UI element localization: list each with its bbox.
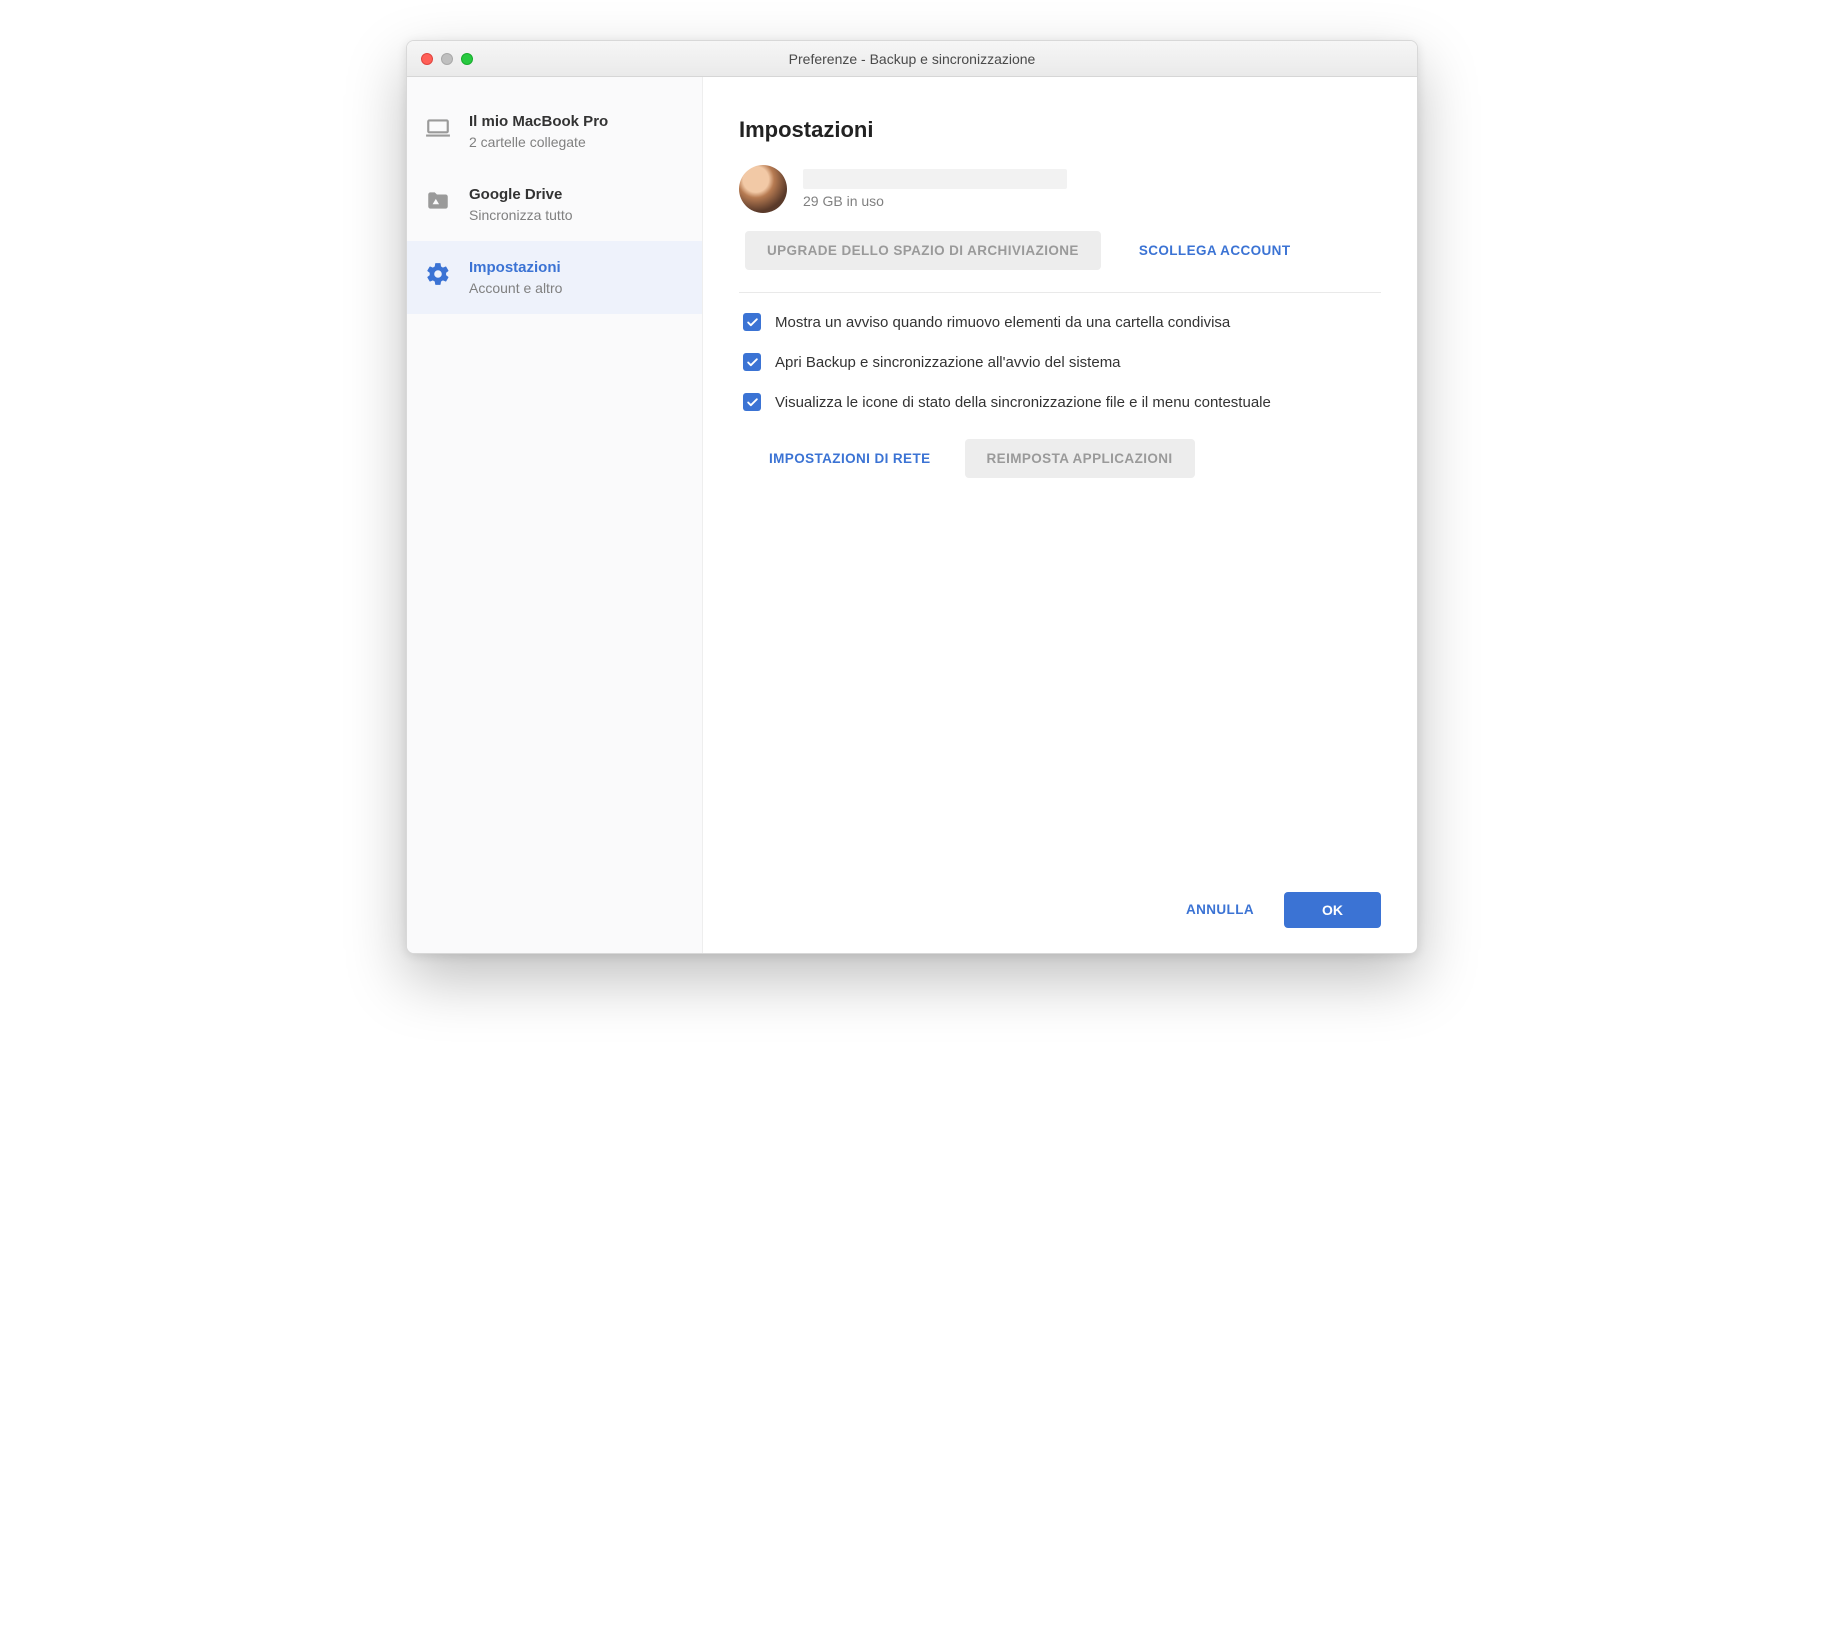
- ok-button[interactable]: OK: [1284, 892, 1381, 928]
- checkbox-row-open-at-startup[interactable]: Apri Backup e sincronizzazione all'avvio…: [743, 353, 1381, 371]
- avatar: [739, 165, 787, 213]
- titlebar: Preferenze - Backup e sincronizzazione: [407, 41, 1417, 77]
- sidebar-item-settings[interactable]: Impostazioni Account e altro: [407, 241, 702, 314]
- gear-icon: [425, 261, 451, 287]
- sidebar-item-subtitle: Sincronizza tutto: [469, 207, 573, 223]
- cancel-button[interactable]: ANNULLA: [1176, 890, 1264, 929]
- sidebar-item-label: Google Drive: [469, 186, 573, 203]
- checkbox-icon: [743, 393, 761, 411]
- checkbox-row-sync-status-icons[interactable]: Visualizza le icone di stato della sincr…: [743, 393, 1381, 411]
- page-title: Impostazioni: [739, 117, 1381, 143]
- checkbox-icon: [743, 353, 761, 371]
- checkbox-row-shared-folder-warning[interactable]: Mostra un avviso quando rimuovo elementi…: [743, 313, 1381, 331]
- sidebar-item-subtitle: Account e altro: [469, 280, 562, 296]
- maximize-window-button[interactable]: [461, 53, 473, 65]
- sidebar-item-label: Il mio MacBook Pro: [469, 113, 608, 130]
- sidebar-item-my-computer[interactable]: Il mio MacBook Pro 2 cartelle collegate: [407, 95, 702, 168]
- preferences-window: Preferenze - Backup e sincronizzazione I…: [406, 40, 1418, 954]
- secondary-buttons-row: IMPOSTAZIONI DI RETE REIMPOSTA APPLICAZI…: [759, 439, 1381, 478]
- account-buttons-row: UPGRADE DELLO SPAZIO DI ARCHIVIAZIONE SC…: [745, 231, 1381, 270]
- checkbox-label: Apri Backup e sincronizzazione all'avvio…: [775, 354, 1121, 371]
- checkbox-icon: [743, 313, 761, 331]
- main-panel: Impostazioni 29 GB in uso UPGRADE DELLO …: [703, 77, 1417, 953]
- checkbox-label: Mostra un avviso quando rimuovo elementi…: [775, 314, 1230, 331]
- close-window-button[interactable]: [421, 53, 433, 65]
- sidebar-item-subtitle: 2 cartelle collegate: [469, 134, 608, 150]
- laptop-icon: [425, 115, 451, 141]
- divider: [739, 292, 1381, 293]
- sidebar: Il mio MacBook Pro 2 cartelle collegate …: [407, 77, 703, 953]
- window-title: Preferenze - Backup e sincronizzazione: [407, 51, 1417, 67]
- upgrade-storage-button[interactable]: UPGRADE DELLO SPAZIO DI ARCHIVIAZIONE: [745, 231, 1101, 270]
- storage-usage-label: 29 GB in uso: [803, 193, 1067, 209]
- account-row: 29 GB in uso: [739, 165, 1381, 213]
- account-name-redacted: [803, 169, 1067, 189]
- checkbox-list: Mostra un avviso quando rimuovo elementi…: [743, 313, 1381, 411]
- sidebar-item-google-drive[interactable]: Google Drive Sincronizza tutto: [407, 168, 702, 241]
- network-settings-button[interactable]: IMPOSTAZIONI DI RETE: [759, 439, 941, 478]
- reset-applications-button[interactable]: REIMPOSTA APPLICAZIONI: [965, 439, 1195, 478]
- minimize-window-button[interactable]: [441, 53, 453, 65]
- unlink-account-button[interactable]: SCOLLEGA ACCOUNT: [1129, 231, 1301, 270]
- checkbox-label: Visualizza le icone di stato della sincr…: [775, 394, 1271, 411]
- sidebar-item-label: Impostazioni: [469, 259, 562, 276]
- footer: ANNULLA OK: [739, 890, 1381, 929]
- drive-folder-icon: [425, 188, 451, 214]
- traffic-lights: [407, 53, 473, 65]
- window-body: Il mio MacBook Pro 2 cartelle collegate …: [407, 77, 1417, 953]
